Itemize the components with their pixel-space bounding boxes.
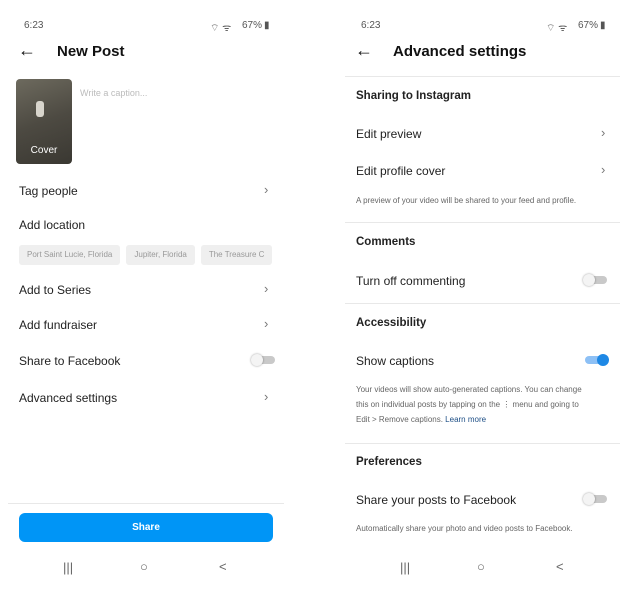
divider — [345, 443, 620, 444]
location-chip[interactable]: Jupiter, Florida — [126, 245, 195, 265]
battery-icon: ▮ — [264, 20, 270, 31]
desc-line: Edit > Remove captions. — [356, 415, 443, 424]
cover-thumbnail[interactable]: Cover — [16, 79, 72, 164]
tag-people-row[interactable]: Tag people — [19, 184, 78, 198]
page-title: Advanced settings — [393, 43, 527, 60]
bird-image — [36, 101, 44, 117]
divider — [8, 503, 284, 504]
chevron-right-icon: › — [601, 125, 606, 140]
chevron-right-icon: › — [264, 316, 269, 331]
preferences-section-title: Preferences — [356, 456, 422, 468]
sharing-section-title: Sharing to Instagram — [356, 90, 472, 102]
share-button[interactable]: Share — [19, 513, 273, 542]
signal-icon: ⌔ ᯤ — [210, 23, 232, 34]
battery-icon: ▮ — [600, 20, 606, 31]
battery-level: 67% — [578, 20, 599, 31]
location-chips: Port Saint Lucie, Florida Jupiter, Flori… — [19, 245, 284, 265]
nav-back-icon[interactable]: < — [219, 559, 227, 574]
comments-section-title: Comments — [356, 236, 416, 248]
back-arrow-icon[interactable]: ← — [18, 40, 36, 61]
share-to-facebook-row: Share to Facebook — [19, 354, 121, 368]
location-chip[interactable]: Port Saint Lucie, Florida — [19, 245, 121, 265]
advanced-settings-row[interactable]: Advanced settings — [19, 391, 117, 405]
page-title: New Post — [57, 43, 125, 60]
chevron-right-icon: › — [264, 281, 269, 296]
learn-more-link[interactable]: Learn more — [445, 415, 486, 424]
location-chip[interactable]: The Treasure C — [200, 245, 273, 265]
status-time: 6:23 — [24, 20, 44, 31]
sharing-description: A preview of your video will be shared t… — [356, 196, 577, 205]
chevron-right-icon: › — [601, 162, 606, 177]
desc-line: Your videos will show auto-generated cap… — [356, 385, 582, 394]
add-location-row[interactable]: Add location — [19, 218, 85, 232]
signal-icon: ⌔ ᯤ — [546, 23, 568, 34]
divider — [345, 76, 620, 77]
share-posts-facebook-row: Share your posts to Facebook — [356, 493, 517, 507]
status-time: 6:23 — [361, 20, 381, 31]
turn-off-commenting-toggle[interactable] — [583, 274, 607, 286]
edit-profile-cover-row[interactable]: Edit profile cover — [356, 164, 445, 178]
chevron-right-icon: › — [264, 389, 269, 404]
add-fundraiser-row[interactable]: Add fundraiser — [19, 318, 97, 332]
preferences-description: Automatically share your photo and video… — [356, 524, 573, 533]
accessibility-section-title: Accessibility — [356, 317, 427, 329]
desc-line: this on individual posts by tapping on t… — [356, 400, 579, 409]
divider — [345, 303, 620, 304]
captions-description: Your videos will show auto-generated cap… — [356, 382, 582, 427]
show-captions-toggle[interactable] — [585, 354, 609, 366]
back-arrow-icon[interactable]: ← — [355, 40, 373, 61]
edit-preview-row[interactable]: Edit preview — [356, 127, 421, 141]
add-to-series-row[interactable]: Add to Series — [19, 283, 91, 297]
home-icon[interactable]: ○ — [477, 559, 485, 574]
caption-input[interactable]: Write a caption... — [80, 88, 147, 98]
show-captions-row: Show captions — [356, 354, 435, 368]
recent-apps-icon[interactable]: ||| — [400, 560, 410, 575]
cover-label: Cover — [30, 145, 58, 156]
recent-apps-icon[interactable]: ||| — [63, 560, 73, 575]
nav-back-icon[interactable]: < — [556, 559, 564, 574]
turn-off-commenting-row: Turn off commenting — [356, 274, 466, 288]
share-facebook-toggle[interactable] — [251, 354, 275, 366]
chevron-right-icon: › — [264, 182, 269, 197]
home-icon[interactable]: ○ — [140, 559, 148, 574]
divider — [345, 222, 620, 223]
battery-level: 67% — [242, 20, 263, 31]
share-posts-facebook-toggle[interactable] — [583, 493, 607, 505]
